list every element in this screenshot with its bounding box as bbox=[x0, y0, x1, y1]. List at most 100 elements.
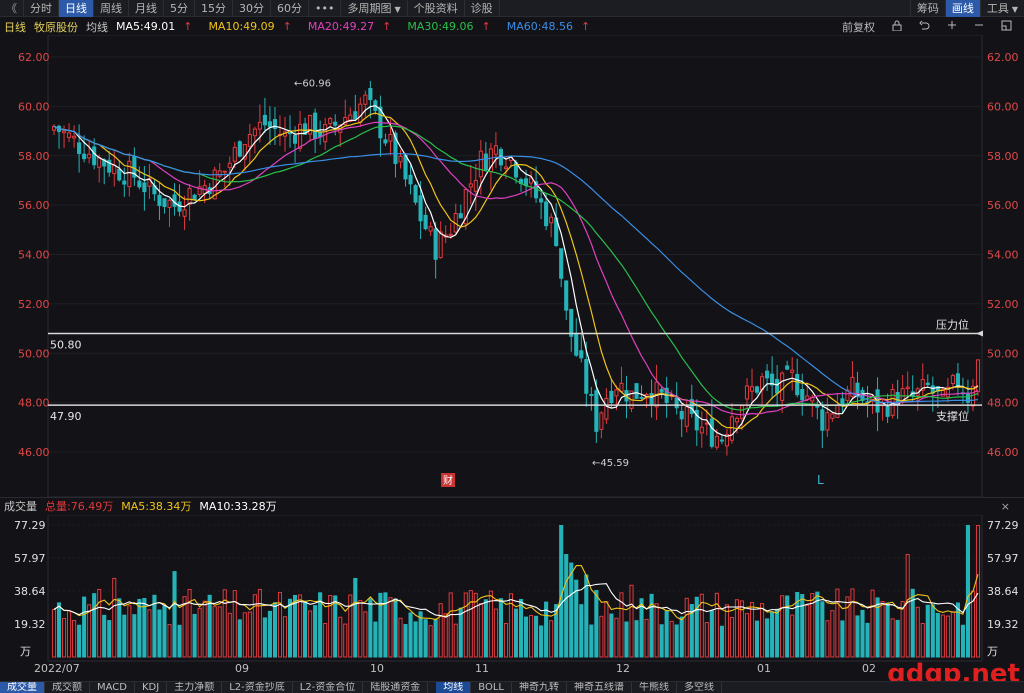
volume-label[interactable]: 成交量 bbox=[4, 498, 37, 514]
volume-bar bbox=[438, 603, 443, 658]
volume-bar bbox=[82, 596, 87, 658]
volume-bar bbox=[373, 621, 378, 658]
volume-bar bbox=[237, 619, 242, 658]
date-label: 10 bbox=[370, 662, 384, 675]
tab-volume[interactable]: 成交量 bbox=[0, 682, 45, 693]
diagnose-button[interactable]: 诊股 bbox=[465, 0, 500, 17]
volume-bar bbox=[935, 612, 940, 658]
chart-controls: 前复权 bbox=[842, 18, 1020, 35]
volume-bar bbox=[975, 524, 981, 658]
candle-body bbox=[780, 372, 785, 401]
volume-bar bbox=[639, 598, 644, 658]
tab-daily[interactable]: 日线 bbox=[59, 0, 94, 17]
up-arrow-icon: ↑ bbox=[382, 20, 392, 33]
adjust-mode-label[interactable]: 前复权 bbox=[842, 19, 875, 35]
price-chart[interactable]: 62.00 62.00 60.00 60.00 58.00 58.00 56.00 56.00… bbox=[0, 35, 1024, 497]
volume-bar bbox=[654, 603, 659, 658]
tab-kdj[interactable]: KDJ bbox=[135, 682, 168, 693]
volume-bar bbox=[534, 615, 539, 658]
date-axis: 2022/07 09 10 11 12 01 02 bbox=[0, 662, 1024, 676]
volume-bar bbox=[760, 603, 765, 658]
candle-body bbox=[423, 214, 428, 230]
tab-main-net[interactable]: 主力净额 bbox=[167, 682, 223, 693]
close-icon[interactable]: × bbox=[1001, 500, 1010, 513]
fullscreen-icon[interactable] bbox=[1001, 20, 1012, 34]
more-button[interactable]: ••• bbox=[309, 0, 342, 17]
draw-line-button[interactable]: 画线 bbox=[944, 0, 980, 17]
volume-unit-right: 万 bbox=[987, 645, 998, 658]
volume-bar bbox=[97, 588, 102, 658]
lock-icon[interactable] bbox=[892, 20, 902, 34]
volume-bar bbox=[323, 622, 328, 658]
volume-bar bbox=[719, 625, 724, 658]
tab-nine-turn[interactable]: 神奇九转 bbox=[512, 682, 567, 693]
y-tick-label-left: 52.00 bbox=[18, 298, 50, 311]
volume-bar bbox=[860, 609, 865, 658]
volume-bar bbox=[458, 607, 463, 658]
tab-30min[interactable]: 30分 bbox=[233, 0, 271, 17]
ma-label[interactable]: 均线 bbox=[86, 19, 108, 35]
candle-body bbox=[418, 195, 423, 222]
tab-60min[interactable]: 60分 bbox=[271, 0, 309, 17]
volume-bar bbox=[247, 611, 252, 658]
ma20-text: MA20:49.27 bbox=[307, 20, 375, 33]
volume-bar bbox=[177, 624, 182, 658]
y-tick-label-right: 46.00 bbox=[987, 446, 1019, 459]
y-tick-label-right: 50.00 bbox=[987, 347, 1019, 360]
tab-15min[interactable]: 15分 bbox=[195, 0, 233, 17]
undo-icon[interactable] bbox=[919, 20, 930, 34]
candle-body bbox=[363, 94, 368, 105]
tab-ma[interactable]: 均线 bbox=[436, 682, 472, 693]
tab-boll[interactable]: BOLL bbox=[471, 682, 512, 693]
candle-body bbox=[594, 390, 599, 432]
tab-weekly[interactable]: 周线 bbox=[94, 0, 129, 17]
volume-bar bbox=[498, 598, 503, 658]
zoom-out-icon[interactable] bbox=[974, 20, 984, 33]
stock-info-button[interactable]: 个股资料 bbox=[408, 0, 465, 17]
candle-body bbox=[97, 157, 102, 168]
tab-long-short[interactable]: 多空线 bbox=[677, 682, 722, 693]
volume-bar bbox=[865, 622, 870, 658]
volume-bar bbox=[594, 590, 599, 658]
zoom-in-icon[interactable] bbox=[947, 20, 957, 33]
tab-macd[interactable]: MACD bbox=[90, 682, 135, 693]
candle-body bbox=[775, 378, 780, 394]
tab-monthly[interactable]: 月线 bbox=[129, 0, 164, 17]
y-tick-label-left: 62.00 bbox=[18, 51, 50, 64]
chips-button[interactable]: 筹码 bbox=[909, 0, 945, 17]
candle-body bbox=[292, 134, 298, 144]
candles bbox=[51, 80, 981, 456]
tools-dropdown[interactable]: 工具 ▼ bbox=[979, 0, 1024, 17]
volume-bar bbox=[940, 614, 945, 658]
tab-l2-bottom[interactable]: L2-资金抄底 bbox=[222, 682, 293, 693]
tab-5min[interactable]: 5分 bbox=[164, 0, 195, 17]
candle-body bbox=[262, 114, 267, 126]
tab-turnover[interactable]: 成交额 bbox=[45, 682, 90, 693]
multi-period-label: 多周期图 bbox=[347, 1, 392, 15]
candle-body bbox=[579, 350, 584, 359]
tab-intraday[interactable]: 分时 bbox=[24, 0, 59, 17]
tab-northbound[interactable]: 陆股通资金 bbox=[363, 682, 429, 693]
back-button[interactable]: 《 bbox=[0, 0, 24, 17]
volume-bar bbox=[674, 624, 679, 658]
volume-bars bbox=[51, 524, 981, 658]
volume-bar bbox=[92, 593, 97, 658]
up-arrow-icon: ↑ bbox=[481, 20, 491, 33]
candle-body bbox=[127, 160, 132, 188]
up-arrow-icon: ↑ bbox=[282, 20, 292, 33]
tab-five-line[interactable]: 神奇五线谱 bbox=[567, 682, 632, 693]
resistance-name-label: 压力位 bbox=[936, 318, 969, 332]
volume-bar bbox=[850, 588, 855, 658]
tab-bull-bear[interactable]: 牛熊线 bbox=[632, 682, 677, 693]
volume-bar bbox=[493, 608, 498, 658]
volume-bar bbox=[584, 574, 589, 658]
ma10-value: MA10:49.09 ↑ bbox=[208, 20, 299, 33]
volume-tick-left: 77.29 bbox=[14, 519, 46, 532]
volume-chart[interactable]: 77.29 77.29 57.97 57.97 38.64 38.64 19.32 19.32… bbox=[0, 515, 1024, 663]
multi-period-dropdown[interactable]: 多周期图 ▼ bbox=[341, 0, 408, 17]
volume-bar bbox=[644, 618, 649, 658]
volume-bar bbox=[729, 617, 734, 658]
candle-body bbox=[247, 134, 252, 147]
tab-l2-position[interactable]: L2-资金合位 bbox=[293, 682, 364, 693]
candle-body bbox=[448, 233, 453, 236]
